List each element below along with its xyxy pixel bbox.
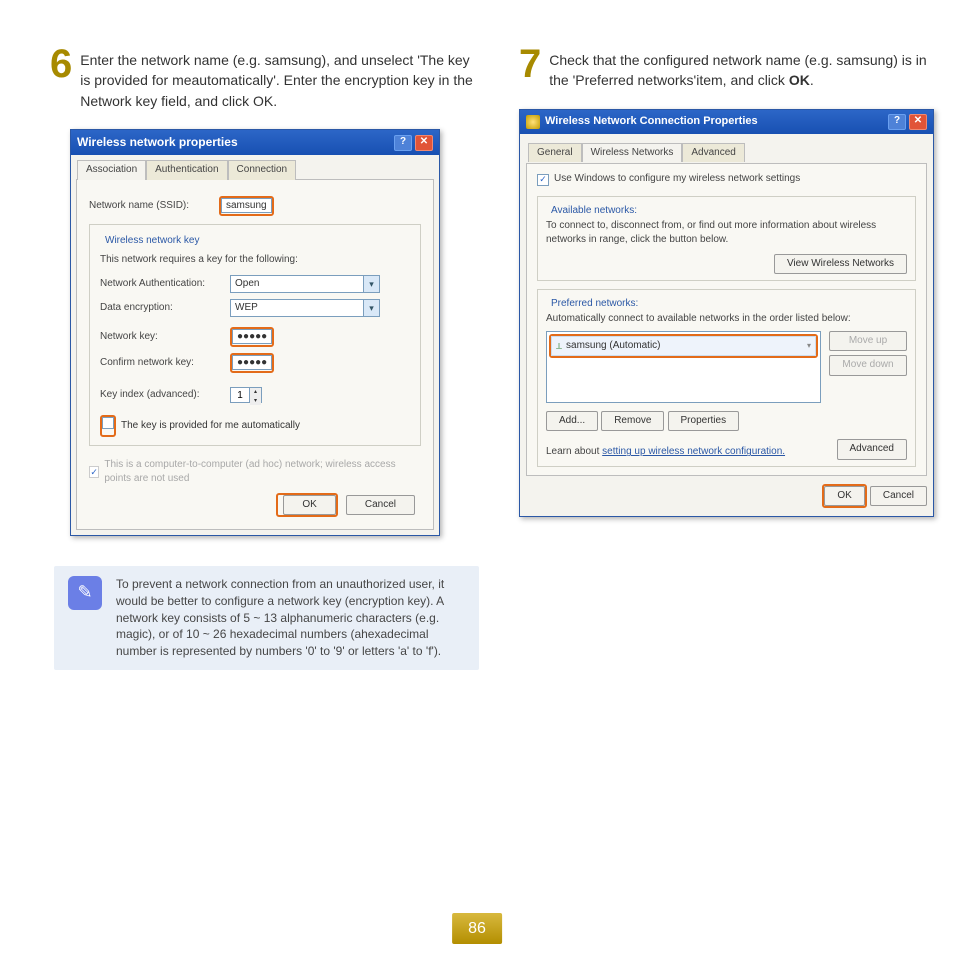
ok-button[interactable]: OK [283,495,335,516]
step-6-text: Enter the network name (e.g. samsung), a… [80,50,479,111]
adhoc-checkbox: ✓ [89,466,99,478]
encryption-label: Data encryption: [100,301,230,316]
confirm-highlight: ●●●●● [230,353,274,373]
chevron-down-icon: ▾ [363,300,379,316]
preferred-networks-group: Preferred networks: Automatically connec… [537,289,916,466]
use-windows-row: ✓ Use Windows to configure my wireless n… [537,172,800,187]
page-number: 86 [452,913,502,944]
auto-key-label: The key is provided for me automatically [121,419,300,434]
ssid-label: Network name (SSID): [89,199,219,214]
add-button[interactable]: Add... [546,411,598,432]
item-label: samsung (Automatic) [566,339,660,354]
ok-button[interactable]: OK [824,486,864,507]
dialog-title: Wireless Network Connection Properties [545,114,758,130]
auth-label: Network Authentication: [100,277,230,292]
move-down-button[interactable]: Move down [829,355,907,376]
use-windows-checkbox[interactable]: ✓ [537,174,549,186]
ok-highlight: OK [822,484,866,509]
move-up-button[interactable]: Move up [829,331,907,352]
index-value[interactable] [230,387,250,403]
help-button[interactable]: ? [394,135,412,151]
available-legend: Available networks: [546,204,642,219]
tab-connection[interactable]: Connection [228,160,297,180]
dialog-title: Wireless network properties [77,134,238,151]
auto-key-checkbox[interactable] [102,417,114,429]
note-box: ✎ To prevent a network connection from a… [54,566,479,670]
auth-select[interactable]: Open ▾ [230,275,380,293]
help-button[interactable]: ? [888,114,906,130]
advanced-button[interactable]: Advanced [837,439,907,460]
netkey-label: Network key: [100,330,230,345]
note-text: To prevent a network connection from an … [116,576,465,660]
learn-link[interactable]: setting up wireless network configuratio… [602,446,785,457]
ssid-input[interactable]: samsung [221,198,272,213]
dialog-tabs: AssociationAuthenticationConnection [71,155,439,179]
wireless-icon [526,115,540,129]
step-number: 7 [519,46,541,91]
tab-authentication[interactable]: Authentication [146,160,227,180]
key-required-text: This network requires a key for the foll… [100,253,410,268]
step-number: 6 [50,46,72,111]
step-6: 6 Enter the network name (e.g. samsung),… [50,50,479,111]
properties-button[interactable]: Properties [668,411,740,432]
list-item[interactable]: ⟂ samsung (Automatic) ▾ [551,336,816,357]
auto-key-checkbox-row: The key is provided for me automatically [100,415,300,437]
tab-association[interactable]: Association [77,160,146,180]
wireless-properties-dialog: Wireless network properties ? ✕ Associat… [70,129,440,536]
dialog-titlebar: Wireless Network Connection Properties ?… [520,110,933,134]
tab-general[interactable]: General [528,143,582,163]
preferred-legend: Preferred networks: [546,297,643,312]
adhoc-row: ✓ This is a computer-to-computer (ad hoc… [89,458,421,487]
ssid-highlight: samsung [219,196,274,216]
view-wireless-button[interactable]: View Wireless Networks [774,254,907,275]
encryption-value: WEP [235,302,258,313]
confirm-label: Confirm network key: [100,356,230,371]
tab-advanced[interactable]: Advanced [682,143,744,163]
wireless-key-fieldset: Wireless network key This network requir… [89,224,421,446]
adhoc-label: This is a computer-to-computer (ad hoc) … [104,458,421,487]
auth-value: Open [235,278,259,289]
encryption-select[interactable]: WEP ▾ [230,299,380,317]
dialog-titlebar: Wireless network properties ? ✕ [71,130,439,155]
netkey-input[interactable]: ●●●●● [232,329,272,344]
wireless-connection-properties-dialog: Wireless Network Connection Properties ?… [519,109,934,518]
step-7: 7 Check that the configured network name… [519,50,934,91]
chevron-down-icon: ▾ [363,276,379,292]
key-index-stepper[interactable]: ▴▾ [230,387,262,403]
note-icon: ✎ [68,576,102,610]
cancel-button[interactable]: Cancel [870,486,927,507]
learn-text: Learn about setting up wireless network … [546,445,827,460]
use-windows-label: Use Windows to configure my wireless net… [554,172,800,187]
fieldset-legend: Wireless network key [100,234,204,249]
step-7-text: Check that the configured network name (… [549,50,934,91]
remove-button[interactable]: Remove [601,411,664,432]
preferred-text: Automatically connect to available netwo… [546,312,907,327]
close-button[interactable]: ✕ [909,114,927,130]
antenna-icon: ⟂ [556,340,562,353]
preferred-listbox[interactable]: ⟂ samsung (Automatic) ▾ [546,331,821,403]
item-highlight: ⟂ samsung (Automatic) ▾ [549,334,818,359]
confirm-input[interactable]: ●●●●● [232,355,272,370]
ok-highlight: OK [276,493,337,518]
available-networks-group: Available networks: To connect to, disco… [537,196,916,281]
available-text: To connect to, disconnect from, or find … [546,219,907,248]
close-button[interactable]: ✕ [415,135,433,151]
index-label: Key index (advanced): [100,388,230,403]
tab-wireless-networks[interactable]: Wireless Networks [582,143,683,163]
cancel-button[interactable]: Cancel [346,495,415,516]
netkey-highlight: ●●●●● [230,327,274,347]
checkbox-highlight [100,415,116,437]
